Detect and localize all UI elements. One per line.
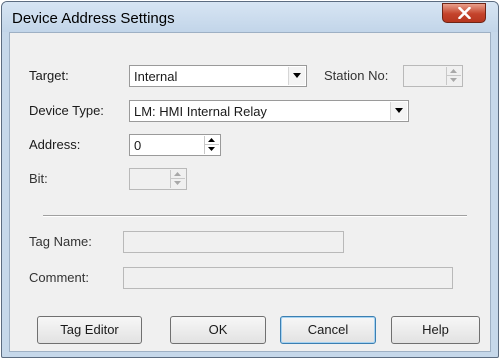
target-value: Internal — [134, 69, 178, 84]
tag-name-label: Tag Name: — [29, 234, 92, 249]
chevron-down-icon — [293, 73, 301, 78]
target-label: Target: — [29, 68, 69, 83]
address-value: 0 — [134, 138, 142, 153]
bit-spinner — [170, 170, 185, 188]
device-type-dropdown-button[interactable] — [390, 102, 407, 120]
tag-name-field — [123, 231, 344, 253]
cancel-button[interactable]: Cancel — [280, 316, 376, 344]
chevron-down-icon — [395, 108, 403, 113]
dialog-body: Target: Internal Station No: Device Type… — [9, 32, 491, 352]
window-title: Device Address Settings — [12, 10, 175, 27]
target-dropdown-button[interactable] — [288, 67, 305, 85]
station-no-label: Station No: — [324, 68, 389, 83]
title-bar[interactable]: Device Address Settings — [2, 2, 498, 32]
arrow-down-icon — [174, 181, 181, 185]
address-spin-down[interactable] — [205, 145, 219, 154]
arrow-down-icon — [208, 147, 215, 151]
arrow-down-icon — [450, 78, 457, 82]
target-dropdown[interactable]: Internal — [129, 65, 307, 87]
device-type-value: LM: HMI Internal Relay — [134, 104, 267, 119]
dialog-window: Device Address Settings Target: Internal… — [1, 1, 499, 358]
ok-button[interactable]: OK — [170, 316, 266, 344]
close-icon — [458, 7, 471, 19]
bit-spin-down — [171, 179, 185, 188]
address-spinner[interactable] — [204, 136, 219, 154]
station-no-field — [403, 65, 463, 87]
close-button[interactable] — [442, 3, 486, 23]
address-input[interactable]: 0 — [129, 134, 221, 156]
bit-label: Bit: — [29, 171, 48, 186]
device-type-dropdown[interactable]: LM: HMI Internal Relay — [129, 100, 409, 122]
arrow-up-icon — [174, 172, 181, 176]
help-button[interactable]: Help — [391, 316, 480, 344]
comment-label: Comment: — [29, 270, 89, 285]
separator — [43, 215, 467, 217]
station-no-spin-down — [447, 76, 461, 85]
station-no-spin-up — [447, 67, 461, 76]
bit-field — [129, 168, 187, 190]
arrow-up-icon — [450, 69, 457, 73]
arrow-up-icon — [208, 138, 215, 142]
device-type-label: Device Type: — [29, 103, 104, 118]
comment-field — [123, 267, 453, 289]
bit-spin-up — [171, 170, 185, 179]
address-label: Address: — [29, 137, 81, 152]
tag-editor-button[interactable]: Tag Editor — [37, 316, 142, 344]
address-spin-up[interactable] — [205, 136, 219, 145]
station-no-spinner — [446, 67, 461, 85]
